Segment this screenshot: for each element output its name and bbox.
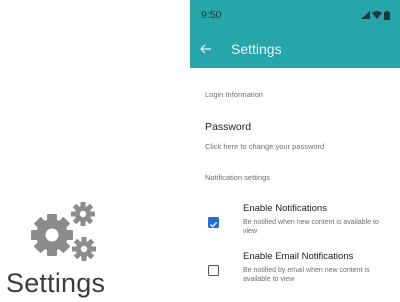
password-subtitle: Click here to change your password [205,142,325,151]
section-header-notifications: Notification settings [205,173,271,182]
back-arrow-icon[interactable] [200,40,218,58]
password-setting[interactable]: Password Click here to change your passw… [205,121,391,151]
status-bar: 9:50 [190,0,400,30]
pref-title: Enable Notifications [243,203,327,214]
signal-icon [361,11,370,19]
wifi-icon [372,11,382,19]
settings-list: Login Information Password Click here to… [190,90,400,284]
status-time: 9:50 [201,9,222,21]
app-bar: Settings [190,30,400,68]
gears-icon [31,202,96,261]
checkbox-unchecked[interactable] [208,265,219,276]
promo-panel: Settings [0,0,190,302]
pref-enable-notifications[interactable]: Enable Notifications Be notified when ne… [205,203,391,236]
pref-title: Enable Email Notifications [243,251,354,262]
checkmark-icon [210,221,218,228]
status-icons [361,10,390,20]
pref-description: Be notified when new content is availabl… [243,219,379,235]
app-bar-title: Settings [231,41,282,57]
promo-title: Settings [6,268,106,298]
battery-icon [384,10,390,20]
pref-description: Be notified by email when new content is… [243,267,370,283]
checkbox-checked[interactable] [208,217,219,228]
password-title: Password [205,121,252,133]
pref-enable-email-notifications[interactable]: Enable Email Notifications Be notified b… [205,251,391,284]
phone-screen: 9:50 Settings Login Information Password [190,0,400,302]
section-header-login: Login Information [205,90,263,99]
